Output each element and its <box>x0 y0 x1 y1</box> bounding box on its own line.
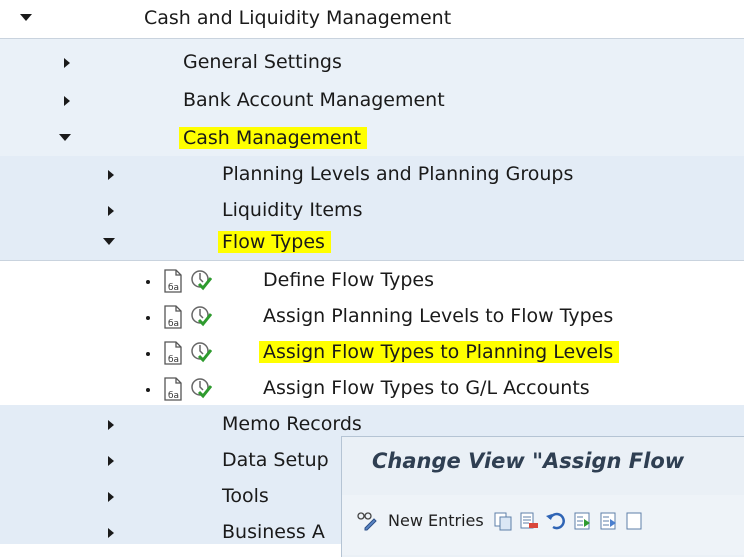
tree-node-flow-types[interactable]: Flow Types <box>0 226 744 264</box>
tree-node-label: Liquidity Items <box>222 199 363 221</box>
tree-node-label: Business A <box>222 521 325 543</box>
execute-check-icon[interactable] <box>190 377 212 399</box>
documentation-icon[interactable]: ба <box>163 377 183 401</box>
tree-node-label: General Settings <box>183 51 342 73</box>
documentation-icon[interactable]: ба <box>163 269 183 293</box>
tree-node-label: Bank Account Management <box>183 89 445 111</box>
activity-label: Define Flow Types <box>263 269 435 291</box>
execute-check-icon[interactable] <box>190 305 212 327</box>
bullet-icon <box>146 352 150 356</box>
activity-label: Assign Planning Levels to Flow Types <box>263 305 614 327</box>
activity-label: Assign Flow Types to G/L Accounts <box>263 377 590 399</box>
svg-text:ба: ба <box>168 319 179 329</box>
select-all-icon[interactable] <box>572 510 594 532</box>
activity-define-flow-types[interactable]: ба Define Flow Types <box>0 262 744 300</box>
triangle-right-icon[interactable] <box>64 58 70 68</box>
documentation-icon[interactable]: ба <box>163 341 183 365</box>
select-block-icon[interactable] <box>598 510 620 532</box>
activity-assign-flow-types-to-gl-accounts[interactable]: ба Assign Flow Types to G/L Accounts <box>0 370 744 408</box>
tree-node-label: Tools <box>222 485 269 507</box>
activity-assign-planning-levels-to-flow-types[interactable]: ба Assign Planning Levels to Flow Types <box>0 298 744 336</box>
tree-node-cash-management[interactable]: Cash Management <box>0 120 744 158</box>
triangle-right-icon[interactable] <box>108 206 114 216</box>
triangle-right-icon[interactable] <box>108 170 114 180</box>
tree-node-label: Data Setup <box>222 449 329 471</box>
documentation-icon[interactable]: ба <box>163 305 183 329</box>
execute-check-icon[interactable] <box>190 341 212 363</box>
activity-assign-flow-types-to-planning-levels[interactable]: ба Assign Flow Types to Planning Levels <box>0 334 744 372</box>
triangle-right-icon[interactable] <box>108 492 114 502</box>
activity-label-highlighted: Assign Flow Types to Planning Levels <box>259 341 620 363</box>
tree-node-label: Planning Levels and Planning Groups <box>222 163 574 185</box>
tree-node-liquidity-items[interactable]: Liquidity Items <box>0 192 744 230</box>
tree-node-label: Memo Records <box>222 413 362 435</box>
tree-node-label-highlighted: Flow Types <box>218 231 331 253</box>
new-entries-button[interactable]: New Entries <box>388 511 484 530</box>
svg-text:ба: ба <box>168 283 179 293</box>
tree-node-cash-liquidity[interactable]: Cash and Liquidity Management <box>0 0 744 38</box>
popup-toolbar: New Entries <box>342 495 744 555</box>
tree-node-general-settings[interactable]: General Settings <box>0 44 744 82</box>
deselect-icon[interactable] <box>624 510 646 532</box>
undo-icon[interactable] <box>545 510 567 532</box>
triangle-right-icon[interactable] <box>64 96 70 106</box>
glasses-pencil-icon[interactable] <box>356 510 378 532</box>
tree-node-planning-levels-groups[interactable]: Planning Levels and Planning Groups <box>0 156 744 194</box>
tree-node-label-highlighted: Cash Management <box>179 127 368 149</box>
triangle-down-icon[interactable] <box>103 238 115 245</box>
bullet-icon <box>146 280 150 284</box>
bullet-icon <box>146 388 150 392</box>
popup-title: Change View "Assign Flow <box>372 449 685 473</box>
delete-icon[interactable] <box>518 510 540 532</box>
triangle-down-icon[interactable] <box>20 14 32 21</box>
svg-text:ба: ба <box>168 355 179 365</box>
tree-node-label: Cash and Liquidity Management <box>144 7 452 29</box>
tree-node-bank-account-management[interactable]: Bank Account Management <box>0 82 744 120</box>
bullet-icon <box>146 316 150 320</box>
triangle-down-icon[interactable] <box>59 134 71 141</box>
change-view-popup: Change View "Assign Flow New Entries <box>341 436 744 557</box>
triangle-right-icon[interactable] <box>108 420 114 430</box>
triangle-right-icon[interactable] <box>108 456 114 466</box>
execute-check-icon[interactable] <box>190 269 212 291</box>
triangle-right-icon[interactable] <box>108 528 114 538</box>
copy-icon[interactable] <box>492 510 514 532</box>
svg-text:ба: ба <box>168 391 179 401</box>
